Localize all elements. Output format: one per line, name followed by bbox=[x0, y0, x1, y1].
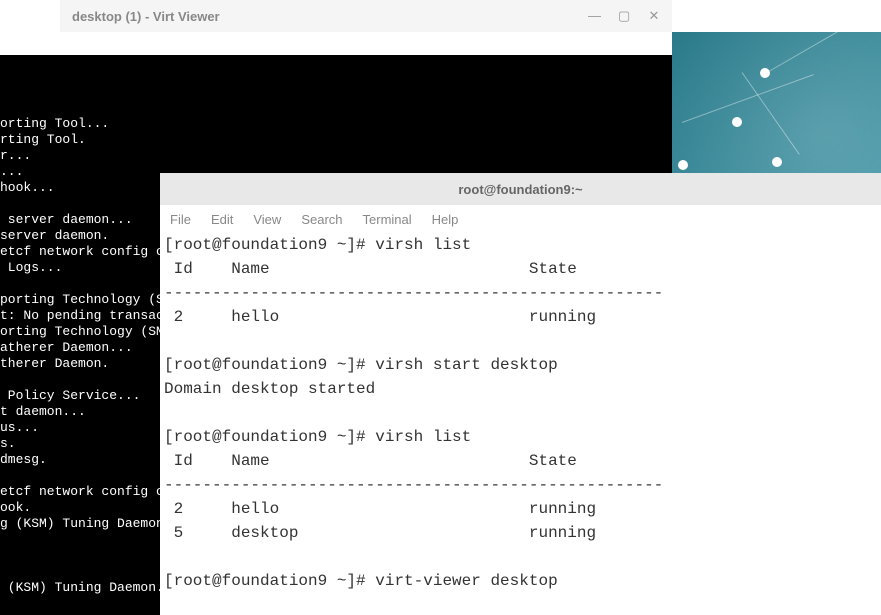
terminal-output: [root@foundation9 ~]# virsh list Id Name… bbox=[164, 236, 663, 590]
terminal-body[interactable]: [root@foundation9 ~]# virsh list Id Name… bbox=[160, 233, 881, 615]
close-button[interactable]: ✕ bbox=[648, 8, 660, 24]
menu-file[interactable]: File bbox=[170, 212, 191, 227]
menu-view[interactable]: View bbox=[253, 212, 281, 227]
terminal-window[interactable]: root@foundation9:~ File Edit View Search… bbox=[160, 173, 881, 615]
terminal-title: root@foundation9:~ bbox=[458, 182, 582, 197]
virt-viewer-title: desktop (1) - Virt Viewer bbox=[72, 9, 220, 24]
terminal-titlebar[interactable]: root@foundation9:~ bbox=[160, 173, 881, 205]
virt-viewer-titlebar[interactable]: desktop (1) - Virt Viewer — ▢ ✕ bbox=[60, 0, 672, 32]
menu-edit[interactable]: Edit bbox=[211, 212, 233, 227]
menu-terminal[interactable]: Terminal bbox=[363, 212, 412, 227]
menu-search[interactable]: Search bbox=[301, 212, 342, 227]
menu-help[interactable]: Help bbox=[432, 212, 459, 227]
maximize-button[interactable]: ▢ bbox=[618, 8, 630, 24]
minimize-button[interactable]: — bbox=[588, 8, 600, 24]
terminal-menubar: File Edit View Search Terminal Help bbox=[160, 205, 881, 233]
